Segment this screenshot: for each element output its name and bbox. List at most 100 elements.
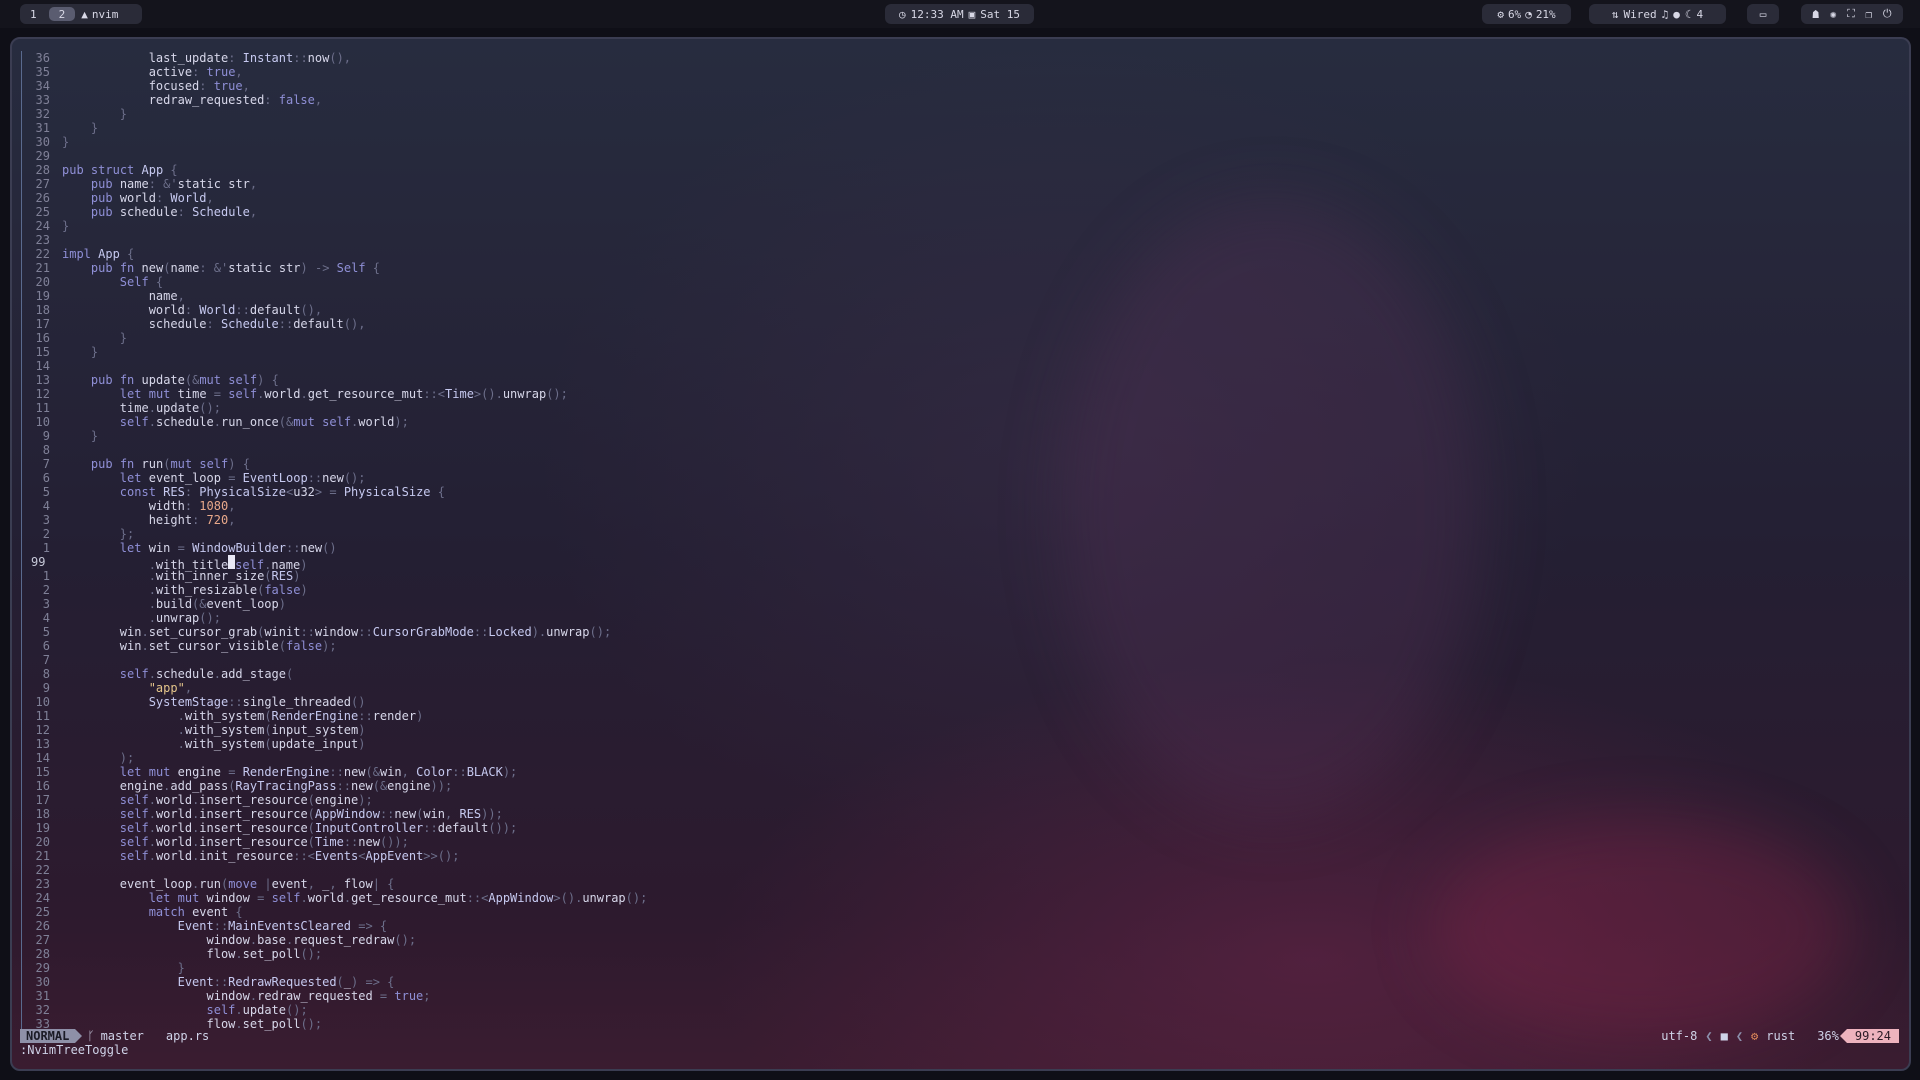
code-line[interactable]: 22 impl App { [12,247,1909,261]
code-line[interactable]: 3 .build(&event_loop) [12,597,1909,611]
code-line[interactable]: 25 match event { [12,905,1909,919]
code-line[interactable]: 28 flow.set_poll(); [12,947,1909,961]
code-line[interactable]: 99 .with_title self.name) [12,555,1909,572]
code-line[interactable]: 27 window.base.request_redraw(); [12,933,1909,947]
line-text: self.update(); [206,1003,308,1017]
code-line[interactable]: 18 self.world.insert_resource(AppWindow:… [12,807,1909,821]
clock-time: 12:33 AM [910,7,964,21]
code-line[interactable]: 20 Self { [12,275,1909,289]
clock-widget[interactable]: ◷ 12:33 AM ▣ Sat 15 [885,4,1034,24]
status-right: utf-8 ❮ ■ ❮ ⚙ rust 36% 99:24 [1661,1029,1899,1043]
line-text: } [62,331,128,345]
ghost-icon[interactable]: ☗ [1812,8,1819,21]
clipboard-icon[interactable]: ❐ [1866,8,1873,21]
code-line[interactable]: 8 self.schedule.add_stage( [12,667,1909,681]
code-line[interactable]: 23 event_loop.run(move |event, _, flow| … [12,877,1909,891]
code-line[interactable]: 26 Event::MainEventsCleared => { [12,919,1909,933]
code-line[interactable]: 15 } [12,345,1909,359]
code-line[interactable]: 24} [12,219,1909,233]
code-line[interactable]: 9 } [12,429,1909,443]
arch-logo-icon: ▲ [81,7,88,21]
code-line[interactable]: 5 win.set_cursor_grab(winit::window::Cur… [12,625,1909,639]
code-line[interactable]: 7 pub fn run(mut self) { [12,457,1909,471]
code-line[interactable]: 32 } [12,107,1909,121]
code-line[interactable]: 31 } [12,121,1909,135]
line-text: redraw_requested: false, [148,93,323,107]
screenshot-icon[interactable]: ⛶ [1847,7,1855,21]
code-line[interactable]: 20 self.world.insert_resource(Time::new(… [12,835,1909,849]
line-text: focused: true, [148,79,250,93]
code-line[interactable]: 17 schedule: Schedule::default(), [12,317,1909,331]
code-line[interactable]: 17 self.world.insert_resource(engine); [12,793,1909,807]
code-line[interactable]: 25 pub schedule: Schedule, [12,205,1909,219]
code-line[interactable]: 29 } [12,961,1909,975]
code-line[interactable]: 30 Event::RedrawRequested(_) => { [12,975,1909,989]
code-line[interactable]: 26 pub world: World, [12,191,1909,205]
code-line[interactable]: 5 const RES: PhysicalSize<u32> = Physica… [12,485,1909,499]
code-line[interactable]: 23 [12,233,1909,247]
workspace-1-button[interactable]: 1 [20,4,47,24]
code-line[interactable]: 16 } [12,331,1909,345]
code-line[interactable]: 10 SystemStage::single_threaded() [12,695,1909,709]
code-line[interactable]: 14 ); [12,751,1909,765]
code-line[interactable]: 28 pub struct App { [12,163,1909,177]
line-number: 27 [12,177,56,191]
line-text: } [62,219,70,233]
code-line[interactable]: 31 window.redraw_requested = true; [12,989,1909,1003]
code-line[interactable]: 32 self.update(); [12,1003,1909,1017]
workspace-switcher: 1 2 ▲ nvim [20,4,142,24]
palette-icon[interactable]: ✺ [1830,8,1837,21]
code-line[interactable]: 34 focused: true, [12,79,1909,93]
code-line[interactable]: 1 .with_inner_size(RES) [12,569,1909,583]
code-line[interactable]: 11 time.update(); [12,401,1909,415]
command-line[interactable]: :NvimTreeToggle [20,1043,128,1057]
code-line[interactable]: 2 .with_resizable(false) [12,583,1909,597]
code-line[interactable]: 6 let event_loop = EventLoop::new(); [12,471,1909,485]
code-line[interactable]: 29 [12,149,1909,163]
code-line[interactable]: 21 pub fn new(name: &'static str) -> Sel… [12,261,1909,275]
line-number: 18 [12,807,56,821]
code-line[interactable]: 16 engine.add_pass(RayTracingPass::new(&… [12,779,1909,793]
code-line[interactable]: 12 let mut time = self.world.get_resourc… [12,387,1909,401]
system-stats[interactable]: ⚙ 6% ◔ 21% [1482,4,1571,24]
code-line[interactable]: 12 .with_system(input_system) [12,723,1909,737]
code-line[interactable]: 7 [12,653,1909,667]
code-line[interactable]: 10 self.schedule.run_once(&mut self.worl… [12,415,1909,429]
code-line[interactable]: 22 [12,863,1909,877]
code-line[interactable]: 4 width: 1080, [12,499,1909,513]
code-line[interactable]: 21 self.world.init_resource::<Events<App… [12,849,1909,863]
code-line[interactable]: 18 world: World::default(), [12,303,1909,317]
code-line[interactable]: 1 let win = WindowBuilder::new() [12,541,1909,555]
code-line[interactable]: 6 win.set_cursor_visible(false); [12,639,1909,653]
active-app[interactable]: ▲ nvim [77,8,126,21]
code-line[interactable]: 36 last_update: Instant::now(), [12,51,1909,65]
code-line[interactable]: 4 .unwrap(); [12,611,1909,625]
headphones-icon: ♫ [1661,7,1669,21]
code-line[interactable]: 9 "app", [12,681,1909,695]
code-line[interactable]: 11 .with_system(RenderEngine::render) [12,709,1909,723]
code-line[interactable]: 8 [12,443,1909,457]
code-line[interactable]: 14 [12,359,1909,373]
code-line[interactable]: 24 let mut window = self.world.get_resou… [12,891,1909,905]
code-line[interactable]: 15 let mut engine = RenderEngine::new(&w… [12,765,1909,779]
file-name: app.rs [165,1029,210,1043]
workspace-2-button[interactable]: 2 [48,7,76,21]
code-line[interactable]: 30} [12,135,1909,149]
code-line[interactable]: 19 name, [12,289,1909,303]
network-audio[interactable]: ⇅ Wired ♫ ● ☾ 4 [1589,4,1726,24]
line-text: .with_resizable(false) [62,583,308,597]
screen-button[interactable]: ▭ [1747,4,1779,24]
code-line[interactable]: 33 redraw_requested: false, [12,93,1909,107]
power-icon[interactable]: ⏻ [1883,7,1892,21]
code-buffer[interactable]: 36 last_update: Instant::now(), 35 active… [12,51,1909,1031]
line-text: Event::RedrawRequested(_) => { [177,975,395,989]
code-line[interactable]: 3 height: 720, [12,513,1909,527]
code-line[interactable]: 13 .with_system(update_input) [12,737,1909,751]
code-line[interactable]: 13 pub fn update(&mut self) { [12,373,1909,387]
code-line[interactable]: 27 pub name: &'static str, [12,177,1909,191]
terminal-window[interactable]: 36 last_update: Instant::now(), 35 active… [10,37,1911,1071]
code-line[interactable]: 2 }; [12,527,1909,541]
system-tray: ☗ ✺ ⛶ ❐ ⏻ [1801,4,1903,24]
code-line[interactable]: 19 self.world.insert_resource(InputContr… [12,821,1909,835]
code-line[interactable]: 35 active: true, [12,65,1909,79]
